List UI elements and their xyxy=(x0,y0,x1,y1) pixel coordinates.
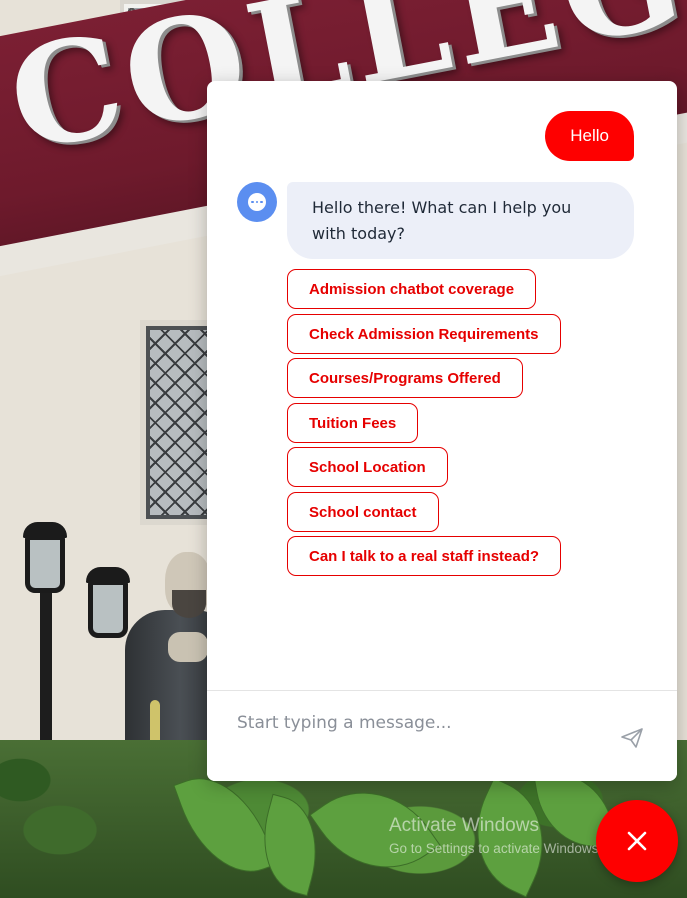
close-chat-button[interactable] xyxy=(596,800,678,882)
chat-window: Hello Hello there! What can I help you w… xyxy=(207,81,677,781)
close-icon xyxy=(627,831,647,851)
quick-reply-school-location[interactable]: School Location xyxy=(287,447,448,487)
send-button[interactable] xyxy=(615,723,649,753)
bot-message-bubble: Hello there! What can I help you with to… xyxy=(287,182,634,259)
message-composer xyxy=(207,690,677,781)
quick-reply-school-contact[interactable]: School contact xyxy=(287,492,439,532)
quick-reply-tuition-fees[interactable]: Tuition Fees xyxy=(287,403,419,443)
message-input[interactable] xyxy=(237,708,607,738)
chatbot-face-icon xyxy=(248,193,266,211)
user-message-bubble: Hello xyxy=(545,111,634,161)
lamp-lantern xyxy=(25,535,65,593)
paper-plane-icon xyxy=(621,728,643,748)
quick-reply-courses-programs[interactable]: Courses/Programs Offered xyxy=(287,358,523,398)
quick-reply-check-admission-requirements[interactable]: Check Admission Requirements xyxy=(287,314,561,354)
quick-reply-admission-chatbot-coverage[interactable]: Admission chatbot coverage xyxy=(287,269,537,309)
quick-reply-talk-to-staff[interactable]: Can I talk to a real staff instead? xyxy=(287,536,562,576)
bot-avatar xyxy=(237,182,277,222)
message-list[interactable]: Hello Hello there! What can I help you w… xyxy=(207,81,677,690)
lamp-lantern xyxy=(88,580,128,638)
